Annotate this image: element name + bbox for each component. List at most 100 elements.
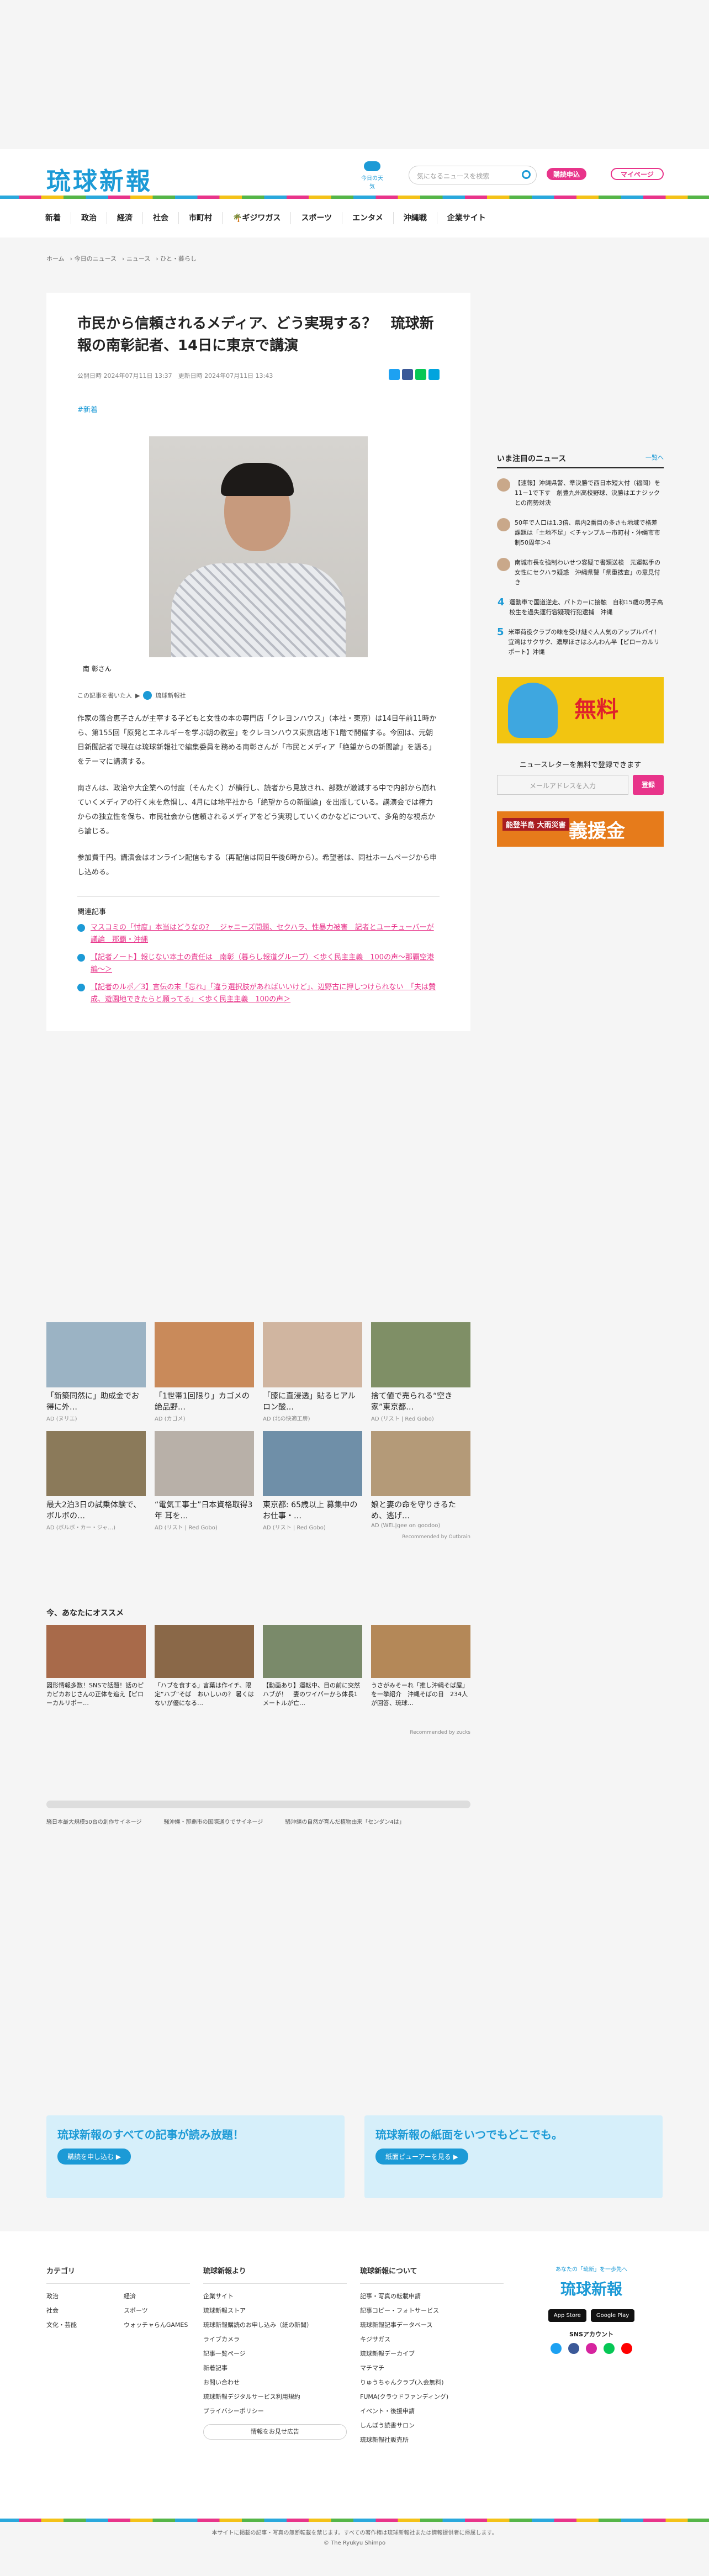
footer-link[interactable]: 記事コピー・フォトサービス [360,2304,504,2318]
recommended-section: 今、あなたにオススメ 図形情報多数！SNSで話題！話のピカピカおじさんの正体を追… [46,1609,470,1735]
pr-link[interactable]: 騒日本最大規模50台の創作サイネージ [46,1817,142,1825]
pr-link[interactable]: 騒沖縄・那覇市の国際通りでサイネージ [164,1817,263,1825]
article-tag[interactable]: #新着 [77,404,440,414]
ad-credit[interactable]: Recommended by Outbrain [46,1534,470,1540]
viewer-promo-button[interactable]: 紙面ビューアーを見る ▶ [375,2149,468,2165]
footer-link[interactable]: 記事一覧ページ [203,2347,347,2361]
newsletter-submit-button[interactable]: 登録 [633,775,664,795]
footer-link[interactable]: 企業サイト [203,2289,347,2304]
facebook-icon[interactable] [568,2343,579,2354]
youtube-icon[interactable] [621,2343,632,2354]
footer-link[interactable]: 琉球新報デーカイブ [360,2347,504,2361]
footer-link[interactable]: 文化・芸能 [46,2318,124,2332]
footer-link[interactable]: 政治 [46,2289,124,2304]
footer-link[interactable]: FUMA(クラウドファンディング) [360,2390,504,2404]
google-play-button[interactable]: Google Play [590,2309,635,2322]
ad-card[interactable]: 最大2泊3日の試乗体験で、ボルボの… AD (ボルボ・カー・ジャ…) [46,1431,146,1531]
footer-link[interactable]: スポーツ [124,2304,201,2318]
ranking-item[interactable]: 【速報】沖縄県警、準決勝で西日本短大付（福岡）を11－1で下す 創豊九州高校野球… [497,478,664,508]
footer-link[interactable]: プライバシーポリシー [203,2404,347,2419]
line-icon[interactable] [604,2343,615,2354]
ranking-item[interactable]: 4 運動車で国道逆走、パトカーに接触 自称15歳の男子高校生を過失運行容疑現行犯逮… [497,598,664,617]
weather-widget[interactable]: 今日の天気 [359,161,385,190]
viewer-promo[interactable]: 琉球新報の紙面をいつでもどこでも。 紙面ビューアーを見る ▶ [364,2115,663,2198]
footer-link[interactable]: りゅうちゃんクラブ(入会無料) [360,2376,504,2390]
footer-link[interactable]: 琉球新報デジタルサービス利用規約 [203,2390,347,2404]
crumb-item[interactable]: ニュース [126,255,150,262]
ranking-item[interactable]: 50年で人口は1.3倍、県内2番目の多さも地域で格差 課題は「土地不足」＜チャン… [497,518,664,548]
rec-card[interactable]: 「ハブを食する」言葉は作イチ、限定“ハブ”そば おいしいの？ 暑くはないが優にな… [155,1625,254,1708]
nav-item[interactable]: 市町村 [178,212,222,224]
crumb-item[interactable]: ホーム [46,255,65,262]
ad-card[interactable]: 「膝に直浸透」貼るヒアルロン酸… AD (北の快適工房) [263,1322,362,1422]
nav-item[interactable]: スポーツ [290,212,342,224]
footer-more-button[interactable]: 情報をお見せ広告 [203,2424,347,2440]
footer-link[interactable]: お問い合わせ [203,2376,347,2390]
rec-card[interactable]: うさがみそーれ「推し沖縄そば屋」を一挙紹介 沖縄そばの日 234人が回答、琉球… [371,1625,470,1708]
footer-link[interactable]: イベント・後援申請 [360,2404,504,2419]
ad-card[interactable]: 「1世帯1回限り」カゴメの絶品野… AD (カゴメ) [155,1322,254,1422]
footer-link[interactable]: 琉球新報購読のお申し込み（紙の新聞） [203,2318,347,2332]
site-logo[interactable]: 琉球新報 [46,161,152,197]
subscribe-promo[interactable]: 琉球新報のすべての記事が読み放題！ 購読を申し込む ▶ [46,2115,345,2198]
ad-card[interactable]: 娘と妻の命を守りきるため、逃げ… AD (WEL|gee on goodoo) [371,1431,470,1531]
nav-item[interactable]: 新着 [45,212,71,224]
crumb-item[interactable]: ひと・暮らし [160,255,197,262]
twitter-icon[interactable] [389,369,400,380]
relief-fund-banner[interactable]: 能登半島 大雨災害 義援金 [497,811,664,847]
related-link[interactable]: 【記者ノート】報じない本土の責任は 南彰（暮らし報道グループ）＜歩く民主主義 1… [77,952,440,976]
nav-item[interactable]: エンタメ [342,212,393,224]
nav-item[interactable]: 政治 [71,212,107,224]
ranking-item[interactable]: 5 米軍荷役クラブの味を受け継ぐ人人気のアップルパイ！ 宜湾はサクサク、濃厚ほさは… [497,627,666,657]
footer-link[interactable]: 記事・写真の転載申請 [360,2289,504,2304]
ad-card[interactable]: 東京都: 65歳以上 募集中のお仕事・… AD (リスト | Red Gobo) [263,1431,362,1531]
footer-link[interactable]: キジサガス [360,2332,504,2347]
footer-link[interactable]: しんぽう読書サロン [360,2419,504,2433]
instagram-icon[interactable] [586,2343,597,2354]
footer-link[interactable]: 新着記事 [203,2361,347,2376]
app-store-button[interactable]: App Store [548,2309,586,2322]
author-avatar [143,691,152,700]
footer-categories: カテゴリ 政治 経済 社会 スポーツ 文化・芸能 ウォッチャらんGAMES [46,2264,201,2332]
nav-item[interactable]: 経済 [107,212,142,224]
footer-link[interactable]: 琉球新報ストア [203,2304,347,2318]
facebook-icon[interactable] [402,369,413,380]
subscribe-promo-button[interactable]: 購読を申し込む ▶ [57,2149,131,2165]
rec-credit[interactable]: Recommended by zucks [46,1730,470,1735]
line-icon[interactable] [415,369,426,380]
nav-item[interactable]: 沖縄戦 [393,212,437,224]
crumb-item[interactable]: 今日のニュース [75,255,117,262]
free-trial-banner[interactable]: 無料 [497,677,664,743]
pr-links: 騒日本最大規模50台の創作サイネージ 騒沖縄・那覇市の国際通りでサイネージ 騒沖… [46,1801,470,1825]
footer-link[interactable]: 琉球新報社販売所 [360,2433,504,2447]
footer-about: 琉球新報より 企業サイト 琉球新報ストア 琉球新報購読のお申し込み（紙の新聞） … [203,2264,347,2440]
related-link[interactable]: 【記者のルポ／3】言伝の末「忘れ」「違う選択肢があればいいけど」、辺野古に押しつ… [77,981,440,1006]
ranking-more-link[interactable]: 一覧へ [645,453,664,462]
hatena-icon[interactable] [428,369,440,380]
nav-item[interactable]: 社会 [142,212,178,224]
search-icon[interactable] [522,170,531,179]
rec-card[interactable]: 図形情報多数！SNSで話題！話のピカピカおじさんの正体を追え【ピローカルリポー… [46,1625,146,1708]
footer-logo[interactable]: 琉球新報 [519,2277,664,2299]
cloud-icon [364,161,380,171]
footer-link[interactable]: 経済 [124,2289,201,2304]
footer-link[interactable]: ライブカメラ [203,2332,347,2347]
subscribe-button[interactable]: 購読申込 [547,168,587,180]
rec-card[interactable]: 【動画あり】運転中、目の前に突然ハブが！ 妻のワイパーから体長1メートルが亡… [263,1625,362,1708]
footer-link[interactable]: 社会 [46,2304,124,2318]
ad-card[interactable]: “電気工事士”日本資格取得3年 耳を… AD (リスト | Red Gobo) [155,1431,254,1531]
footer-link[interactable]: 琉球新報記事データベース [360,2318,504,2332]
mypage-button[interactable]: マイページ [611,168,664,180]
ranking-item[interactable]: 南城市長を強制わいせつ容疑で書類送検 元運転手の女性にセクハラ疑惑 沖縄県警「県… [497,558,664,588]
footer-link[interactable]: ウォッチャらんGAMES [124,2318,201,2332]
search-input[interactable]: 気になるニュースを検索 [409,166,537,184]
email-field[interactable]: メールアドレスを入力 [497,775,628,795]
footer-link[interactable]: マチマチ [360,2361,504,2376]
twitter-icon[interactable] [551,2343,562,2354]
pr-link[interactable]: 騒沖縄の自然が育んだ植物由来「センダン4は」 [285,1817,404,1825]
nav-item[interactable]: 企業サイト [436,212,496,224]
ad-card[interactable]: 「新築同然に」助成金でお得に外… AD (ヌリエ) [46,1322,146,1422]
ad-card[interactable]: 捨て値で売られる“空き家”東京都… AD (リスト | Red Gobo) [371,1322,470,1422]
nav-item[interactable]: 🌴ギジワガス [222,212,290,224]
related-link[interactable]: マスコミの「忖度」本当はどうなの？ ジャニーズ問題、セクハラ、性暴力被害 記者と… [77,922,440,946]
